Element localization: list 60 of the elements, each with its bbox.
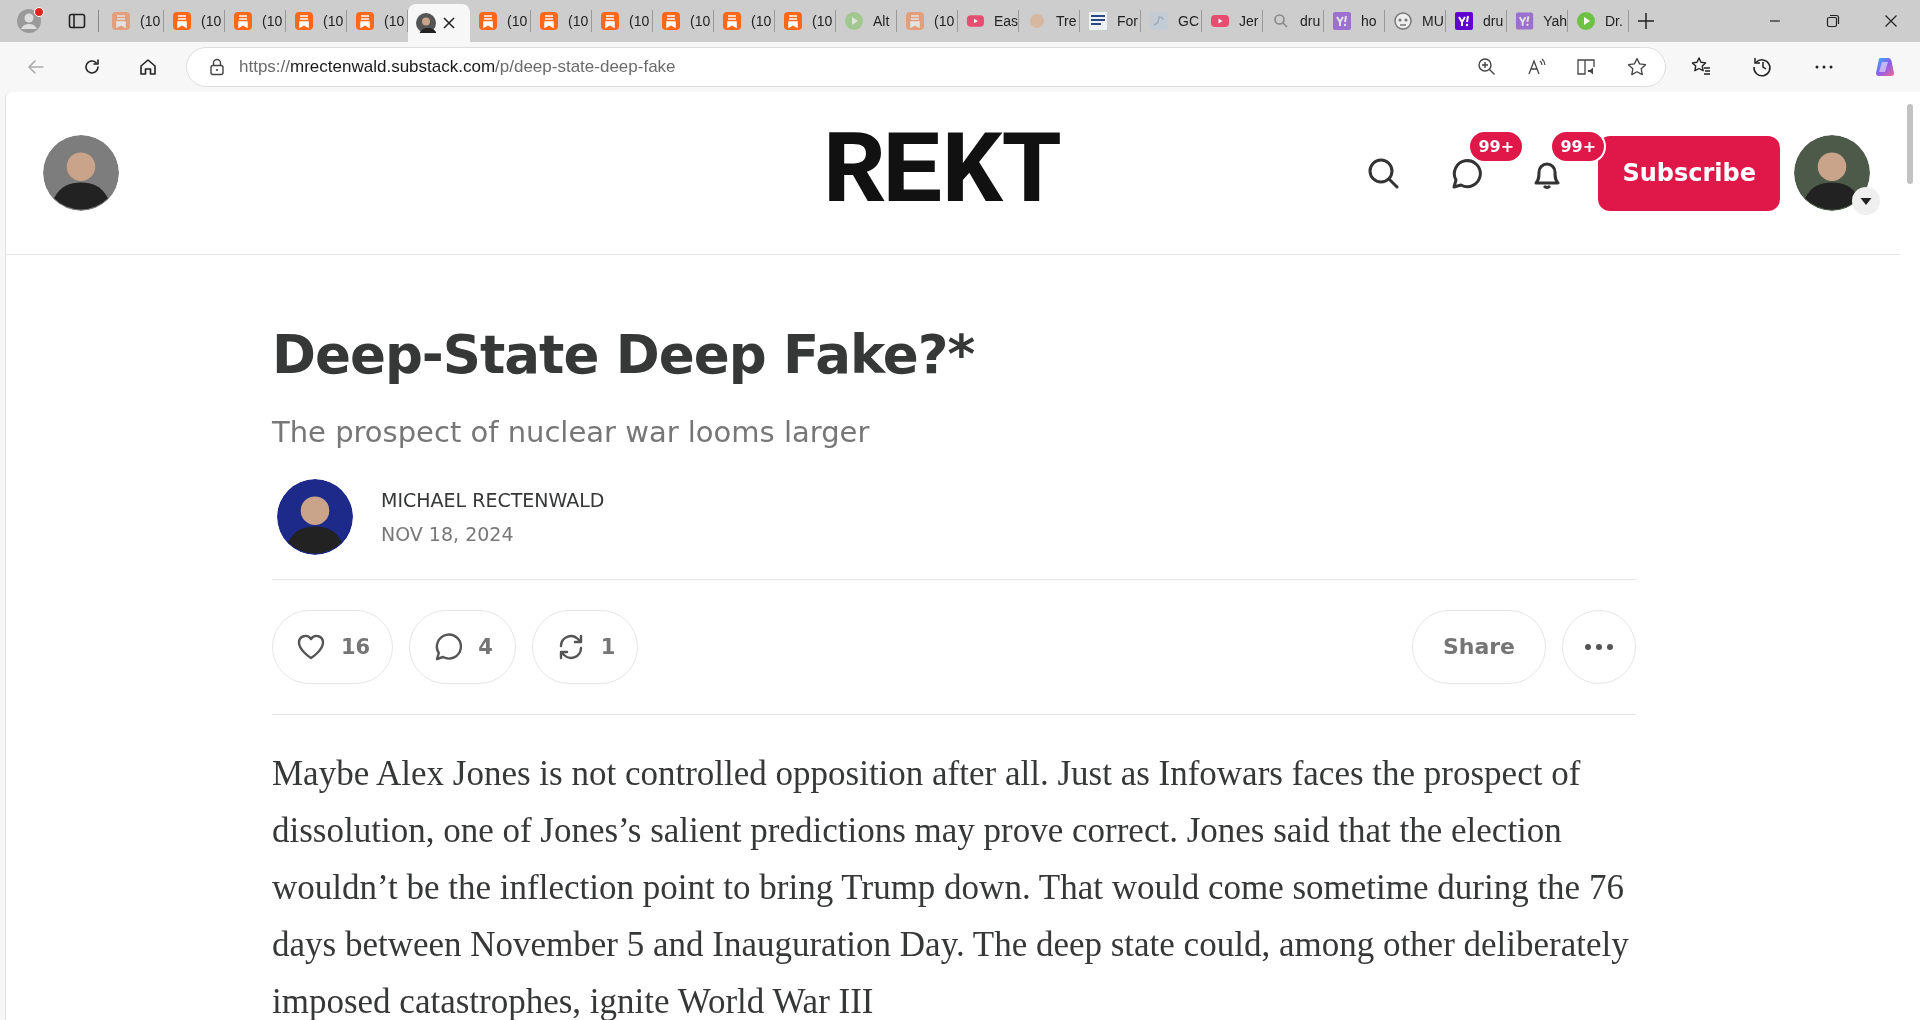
restore-icon — [1826, 14, 1840, 28]
browser-tab[interactable]: (10 — [347, 10, 408, 32]
browser-tab[interactable]: For — [1080, 10, 1141, 32]
copilot-icon[interactable] — [1874, 56, 1896, 78]
reader-view-icon[interactable] — [1577, 57, 1597, 77]
author-link[interactable]: MICHAEL RECTENWALD — [381, 488, 605, 511]
avatar[interactable] — [1794, 135, 1870, 211]
article-paragraph: Maybe Alex Jones is not controlled opposition after all. Just as Infowars faces the prospect of dissolution, one of Jones’s salient predictions may prove correct. Jones said that the election wouldn’t be the inflection point to bring Trump down. That would come sometime during the 76 days between November 5 and Inauguration Day. The deep state could, among other deliberately imposed catastrophes, ignite World War III — [272, 752, 1630, 1020]
browser-tab[interactable]: ho — [1324, 10, 1385, 32]
browser-tab[interactable]: Dr. — [1568, 10, 1629, 32]
browser-tab[interactable]: (10 — [897, 10, 958, 32]
history-icon[interactable] — [1752, 56, 1774, 78]
sidebar-icon — [68, 12, 86, 30]
browser-tab[interactable] — [408, 4, 470, 42]
browser-tab[interactable]: dru — [1446, 10, 1507, 32]
browser-tab[interactable]: MU — [1385, 10, 1446, 32]
browser-tab[interactable]: (10 — [714, 10, 775, 32]
avatar[interactable] — [277, 478, 353, 555]
post-subtitle: The prospect of nuclear war looms larger — [272, 414, 871, 449]
browser-tab[interactable]: Alt — [836, 10, 897, 32]
browser-tab[interactable]: (10 — [286, 10, 347, 32]
post-title: Deep-State Deep Fake?* — [272, 323, 976, 387]
post-date: NOV 18, 2024 — [381, 522, 515, 545]
browser-tab[interactable]: Tre — [1019, 10, 1080, 32]
close-icon[interactable] — [442, 16, 456, 30]
browser-tab[interactable]: (10 — [164, 10, 225, 32]
read-aloud-icon[interactable] — [1527, 57, 1547, 77]
browser-tab[interactable]: (10 — [225, 10, 286, 32]
url-text: https://mrectenwald.substack.com/p/deep-state-deep-fake — [239, 57, 677, 77]
share-button[interactable]: Share — [1411, 609, 1546, 684]
star-icon[interactable] — [1627, 57, 1647, 77]
count-badge: 99+ — [1550, 130, 1607, 163]
zoom-icon[interactable] — [1477, 57, 1497, 77]
browser-tab[interactable]: (10 — [653, 10, 714, 32]
browser-tab[interactable]: Jer — [1202, 10, 1263, 32]
browser-tab[interactable]: (10 — [775, 10, 836, 32]
like-button[interactable]: 16 — [272, 609, 394, 684]
browser-tab[interactable]: GC — [1141, 10, 1202, 32]
lock-icon[interactable] — [209, 58, 225, 76]
dropdown-icon[interactable] — [1852, 187, 1880, 215]
browser-tab[interactable]: Eas — [958, 10, 1019, 32]
profile-icon — [16, 8, 42, 34]
more-icon — [1584, 642, 1614, 651]
browser-tab[interactable]: (10 — [592, 10, 653, 32]
restack-button[interactable]: 1 — [531, 609, 639, 684]
browser-tab[interactable]: Yah — [1507, 10, 1568, 32]
comment-button[interactable]: 4 — [409, 609, 516, 684]
subscribe-button[interactable]: Subscribe — [1598, 135, 1780, 211]
browser-tab[interactable]: (10 — [470, 10, 531, 32]
browser-tab[interactable]: dru — [1263, 10, 1324, 32]
publication-logo[interactable]: REKT — [822, 121, 1060, 225]
address-bar[interactable]: https://mrectenwald.substack.com/p/deep-state-deep-fake — [186, 47, 1666, 87]
browser-tab[interactable]: (10 — [531, 10, 592, 32]
avatar[interactable] — [43, 135, 119, 211]
close-icon — [1884, 14, 1898, 28]
plus-icon — [1637, 12, 1655, 30]
favorites-icon[interactable] — [1691, 56, 1713, 78]
count-badge: 99+ — [1468, 130, 1525, 163]
search-icon[interactable] — [1366, 156, 1401, 190]
browser-tab[interactable]: (10 — [103, 10, 164, 32]
